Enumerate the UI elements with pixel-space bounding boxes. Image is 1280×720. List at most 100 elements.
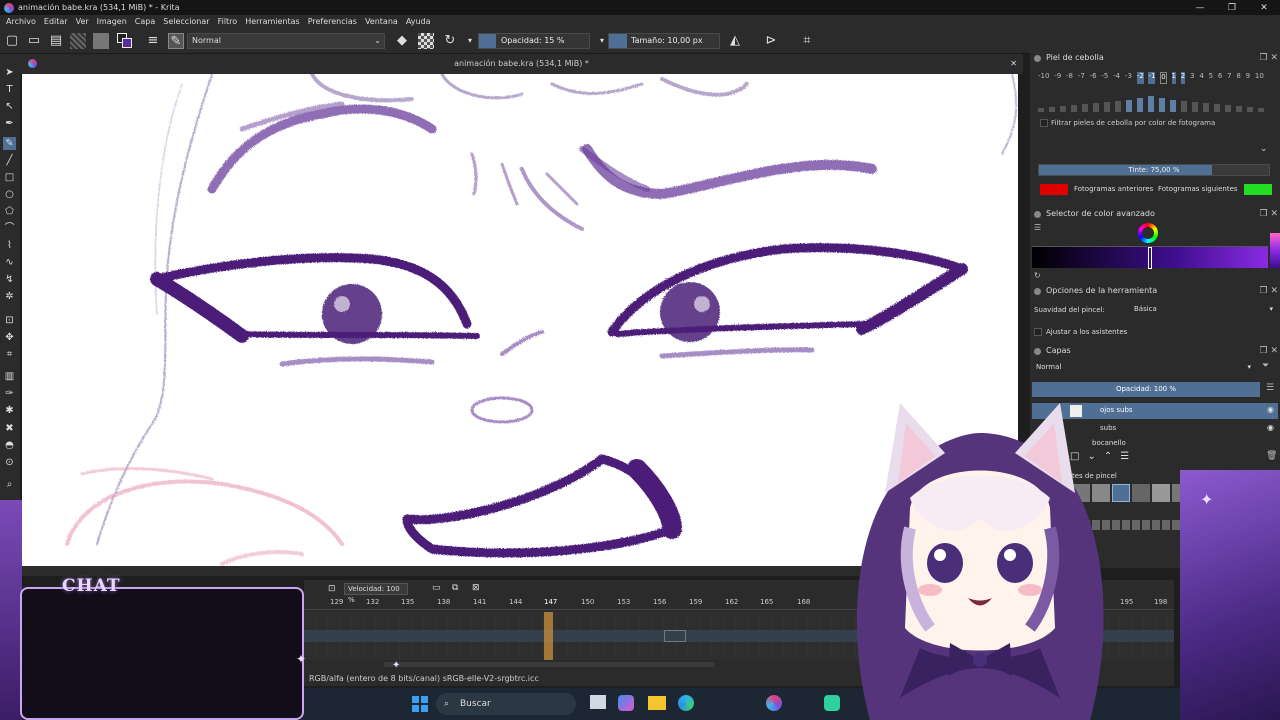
- onion-frame-label[interactable]: -2: [1136, 72, 1144, 84]
- fill-tool-icon[interactable]: ✖: [3, 422, 16, 435]
- edge-browser-icon[interactable]: [678, 695, 694, 711]
- menu-editar[interactable]: Editar: [44, 17, 68, 26]
- gradient-swatch[interactable]: [70, 33, 86, 49]
- freehand-path-tool-icon[interactable]: ∿: [3, 256, 16, 269]
- fg-bg-color-icon[interactable]: [117, 33, 133, 49]
- menu-ayuda[interactable]: Ayuda: [406, 17, 431, 26]
- crop-icon[interactable]: ⌗: [799, 33, 815, 49]
- windows-start-icon[interactable]: [412, 696, 428, 712]
- chevron-down-icon[interactable]: ▾: [462, 33, 478, 49]
- color-gradient-bar[interactable]: [1032, 246, 1268, 269]
- panel-float-close-icons[interactable]: ❐ ✕: [1260, 207, 1278, 221]
- dynamic-brush-tool-icon[interactable]: ↯: [3, 273, 16, 286]
- menu-preferencias[interactable]: Preferencias: [308, 17, 357, 26]
- edit-shapes-tool-icon[interactable]: ↖: [3, 100, 16, 113]
- layer-blend-select[interactable]: Normal ▾: [1032, 361, 1254, 374]
- reload-preset-icon[interactable]: ↻: [442, 33, 458, 49]
- copilot-icon[interactable]: [618, 695, 634, 711]
- remove-frame-icon[interactable]: ⊠: [472, 583, 480, 593]
- menu-ver[interactable]: Ver: [76, 17, 89, 26]
- onion-frame-label[interactable]: -4: [1113, 72, 1120, 84]
- freehand-brush-tool-icon[interactable]: ✎: [3, 137, 16, 150]
- text-tool-icon[interactable]: T: [3, 83, 16, 96]
- menu-capa[interactable]: Capa: [135, 17, 155, 26]
- smoothing-select[interactable]: Básica ▾: [1130, 303, 1276, 316]
- onion-frame-label[interactable]: 8: [1236, 72, 1240, 84]
- delete-layer-icon[interactable]: 🗑: [1266, 451, 1277, 461]
- gradient-tool-icon[interactable]: ▥: [3, 370, 16, 383]
- menu-seleccionar[interactable]: Seleccionar: [163, 17, 209, 26]
- size-slider[interactable]: Tamaño: 10,00 px: [608, 33, 720, 49]
- color-picker-tool-icon[interactable]: ✑: [3, 387, 16, 400]
- select-shapes-tool-icon[interactable]: ➤: [3, 66, 16, 79]
- calligraphy-tool-icon[interactable]: ✒: [3, 117, 16, 130]
- assistant-tool-icon[interactable]: ⊙: [3, 456, 16, 469]
- assistants-checkbox[interactable]: [1034, 328, 1042, 336]
- restore-button[interactable]: ❐: [1216, 3, 1248, 13]
- menu-filtro[interactable]: Filtro: [218, 17, 238, 26]
- onion-frame-label[interactable]: 3: [1190, 72, 1194, 84]
- hue-ring[interactable]: [1138, 223, 1158, 243]
- crop-tool-icon[interactable]: ⌗: [3, 348, 16, 361]
- close-document-button[interactable]: ✕: [1010, 54, 1017, 74]
- polyline-tool-icon[interactable]: ⌒: [3, 222, 16, 235]
- minimize-button[interactable]: —: [1184, 3, 1216, 13]
- onion-frame-label[interactable]: -1: [1148, 72, 1156, 84]
- onion-frame-label[interactable]: -9: [1054, 72, 1061, 84]
- document-tab[interactable]: animación babe.kra (534,1 MiB) * ✕: [20, 54, 1023, 74]
- menu-herramientas[interactable]: Herramientas: [245, 17, 300, 26]
- onion-frame-label[interactable]: 2: [1180, 72, 1186, 84]
- onion-frame-label[interactable]: -3: [1125, 72, 1132, 84]
- onion-frame-label[interactable]: 10: [1255, 72, 1264, 84]
- filter-onion-checkbox[interactable]: [1040, 119, 1048, 127]
- layer-visibility-icon[interactable]: ◉: [1267, 405, 1274, 414]
- onion-opacity-bars[interactable]: [1038, 94, 1264, 112]
- onion-frame-label[interactable]: 9: [1246, 72, 1250, 84]
- insert-frame-icon[interactable]: ▭: [432, 583, 441, 593]
- menu-ventana[interactable]: Ventana: [365, 17, 398, 26]
- taskbar-search[interactable]: ⌕ Buscar: [436, 693, 576, 715]
- timeline-scrollbar[interactable]: [384, 662, 714, 667]
- pattern-swatch[interactable]: [93, 33, 109, 49]
- color-selector-menu-icon[interactable]: ☰: [1034, 223, 1042, 232]
- blend-mode-select[interactable]: Normal ⌄: [187, 33, 385, 49]
- layer-menu-icon[interactable]: ☰: [1266, 383, 1274, 393]
- onion-frame-label[interactable]: -7: [1078, 72, 1085, 84]
- next-frames-color-swatch[interactable]: [1244, 184, 1272, 195]
- previous-frames-color-swatch[interactable]: [1040, 184, 1068, 195]
- onion-frame-label[interactable]: -10: [1038, 72, 1049, 84]
- task-view-icon[interactable]: [590, 695, 606, 709]
- tint-slider[interactable]: Tinte: 75,00 %: [1038, 164, 1270, 176]
- multibrush-tool-icon[interactable]: ✲: [3, 290, 16, 303]
- file-explorer-icon[interactable]: [648, 696, 666, 710]
- polygon-tool-icon[interactable]: ⬠: [3, 205, 16, 218]
- smart-patch-tool-icon[interactable]: ✱: [3, 404, 16, 417]
- playhead[interactable]: [544, 612, 553, 660]
- onion-frame-label[interactable]: 6: [1218, 72, 1222, 84]
- mirror-vertical-icon[interactable]: ⊳: [763, 33, 779, 49]
- mirror-horizontal-icon[interactable]: ◭: [727, 33, 743, 49]
- onion-frame-label[interactable]: -5: [1101, 72, 1108, 84]
- speed-slider[interactable]: Velocidad: 100 %: [344, 583, 408, 604]
- rectangle-tool-icon[interactable]: □: [3, 171, 16, 184]
- keyframe[interactable]: [664, 630, 686, 642]
- enclose-fill-tool-icon[interactable]: ◓: [3, 439, 16, 452]
- preserve-alpha-icon[interactable]: [418, 33, 434, 49]
- menu-archivo[interactable]: Archivo: [6, 17, 36, 26]
- panel-float-close-icons[interactable]: ❐ ✕: [1260, 284, 1278, 298]
- color-side-strip[interactable]: [1270, 233, 1280, 268]
- bezier-tool-icon[interactable]: ⌇: [3, 239, 16, 252]
- zoom-tool-icon[interactable]: ⌕: [3, 478, 16, 491]
- frame-icon[interactable]: ⊡: [328, 584, 336, 594]
- eraser-icon[interactable]: ◆: [394, 33, 410, 49]
- refresh-icon[interactable]: ↻: [1034, 271, 1041, 280]
- chevron-down-icon[interactable]: ⌄: [1260, 144, 1268, 154]
- layer-opacity-slider[interactable]: Opacidad: 100 %: [1032, 382, 1260, 397]
- onion-frame-label[interactable]: 1: [1171, 72, 1176, 84]
- panel-float-close-icons[interactable]: ❐ ✕: [1260, 344, 1278, 358]
- panel-float-close-icons[interactable]: ❐ ✕: [1260, 51, 1278, 65]
- onion-frame-label-current[interactable]: 0: [1160, 72, 1167, 84]
- onion-frame-label[interactable]: 5: [1209, 72, 1213, 84]
- opacity-slider[interactable]: Opacidad: 15 %: [478, 33, 590, 49]
- onion-frame-label[interactable]: 4: [1199, 72, 1203, 84]
